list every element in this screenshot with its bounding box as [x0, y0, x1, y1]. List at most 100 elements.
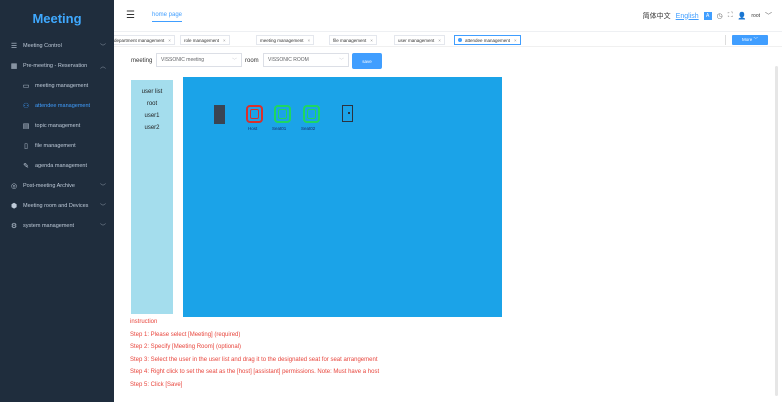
sidebar-item-file-management[interactable]: ▯ file management: [0, 136, 114, 156]
sidebar-item-meeting-management[interactable]: ▭ meeting management: [0, 76, 114, 96]
sidebar-item-label: attendee management: [35, 103, 91, 109]
tag-user-management[interactable]: user management ×: [394, 35, 445, 45]
user-list-item-user2[interactable]: user2: [131, 122, 173, 134]
instruction-step-4: Step 4: Right click to set the seat as t…: [130, 369, 380, 375]
calendar-icon: ▦: [10, 63, 18, 70]
app-title: Meeting: [32, 10, 82, 26]
seat-host-label: Host: [248, 126, 258, 131]
instruction-step-1: Step 1: Please select [Meeting] (require…: [130, 332, 241, 338]
meeting-icon: ▭: [22, 83, 30, 90]
sliders-icon: ☰: [10, 43, 18, 50]
vertical-scrollbar[interactable]: [775, 66, 778, 396]
seat-arrangement-canvas[interactable]: Host Seat01 Seat02: [183, 77, 502, 317]
instruction-step-5: Step 5: Click [Save]: [130, 382, 183, 388]
close-icon[interactable]: ×: [308, 38, 311, 43]
breadcrumb-underline: [152, 21, 182, 22]
room-select-value: VISSONIC ROOM: [268, 57, 309, 63]
close-icon[interactable]: ×: [438, 38, 441, 43]
sidebar-item-label: system management: [23, 223, 75, 229]
tag-meeting-management[interactable]: meeting management ×: [256, 35, 315, 45]
seat-01[interactable]: [274, 105, 291, 123]
meeting-label: meeting: [131, 58, 153, 64]
door-knob: [348, 112, 350, 114]
tag-label: department management: [114, 37, 165, 43]
room-label: room: [245, 58, 259, 64]
door-icon: [342, 105, 353, 122]
sidebar-item-system-management[interactable]: ⚙ system management ﹀: [0, 216, 114, 236]
sidebar-item-post-meeting[interactable]: ◎ Post-meeting Archive ﹀: [0, 176, 114, 196]
tag-label: meeting management: [260, 37, 304, 43]
seat-host-inner: [250, 109, 259, 119]
sidebar-item-label: Meeting Control: [23, 43, 62, 49]
clock-icon[interactable]: ◷: [717, 12, 723, 20]
close-icon[interactable]: ×: [223, 38, 226, 43]
lang-chinese-link[interactable]: 简体中文: [643, 11, 671, 21]
user-list-title: user list: [141, 89, 163, 95]
sidebar-item-label: meeting management: [35, 83, 89, 89]
chevron-down-icon: ﹀: [99, 184, 106, 191]
meeting-select-value: VISSONIC meeting: [161, 57, 205, 63]
sidebar-item-meeting-room-devices[interactable]: ⬢ Meeting room and Devices ﹀: [0, 196, 114, 216]
sidebar-item-agenda-management[interactable]: ✎ agenda management: [0, 156, 114, 176]
seat-02-label: Seat02: [301, 126, 316, 131]
username[interactable]: root: [751, 13, 760, 19]
tags-divider: [725, 35, 726, 45]
user-list-item-root[interactable]: root: [131, 98, 173, 110]
sidebar-submenu: ▭ meeting management ⚇ attendee manageme…: [0, 76, 114, 176]
sidebar-item-label: Post-meeting Archive: [23, 183, 75, 189]
close-icon[interactable]: ×: [168, 38, 171, 43]
device-icon: ⬢: [10, 203, 18, 210]
instruction-step-3: Step 3: Select the user in the user list…: [130, 357, 378, 363]
agenda-icon: ✎: [23, 163, 29, 170]
more-button[interactable]: More ﹀: [732, 35, 768, 45]
chevron-down-icon: ﹀: [99, 44, 106, 51]
tag-label: attendee management: [465, 37, 511, 43]
tag-file-management[interactable]: file management ×: [329, 35, 377, 45]
archive-icon: ◎: [10, 183, 18, 190]
settings-icon: ⚙: [10, 223, 18, 230]
podium-icon: [214, 105, 225, 124]
seat-host[interactable]: [246, 105, 263, 123]
sidebar-item-meeting-control[interactable]: ☰ Meeting Control ﹀: [0, 36, 114, 56]
seat-01-label: Seat01: [272, 126, 287, 131]
user-list-item-user1[interactable]: user1: [131, 110, 173, 122]
chevron-down-icon: ﹀: [99, 204, 106, 211]
save-button[interactable]: save: [352, 53, 382, 69]
fullscreen-icon[interactable]: ⛶: [728, 12, 733, 20]
instruction-title: instruction: [130, 319, 158, 325]
close-icon[interactable]: ×: [370, 38, 373, 43]
meeting-select[interactable]: VISSONIC meeting ﹀: [156, 53, 242, 67]
sidebar-item-topic-management[interactable]: ▤ topic management: [0, 116, 114, 136]
active-dot-icon: [458, 38, 462, 42]
people-icon: ⚇: [22, 103, 30, 110]
sidebar-item-attendee-management[interactable]: ⚇ attendee management: [0, 96, 114, 116]
tag-attendee-management[interactable]: attendee management ×: [454, 35, 521, 45]
breadcrumb-home[interactable]: home page: [152, 12, 182, 18]
chevron-down-icon[interactable]: ﹀: [765, 11, 772, 21]
tag-label: role management: [184, 37, 220, 43]
document-icon: ▤: [22, 123, 30, 130]
chevron-down-icon: ﹀: [338, 58, 344, 64]
sidebar-item-label: topic management: [35, 123, 81, 129]
close-icon[interactable]: ×: [514, 38, 517, 43]
chevron-down-icon: ﹀: [99, 224, 106, 231]
seat-02[interactable]: [303, 105, 320, 123]
user-icon: 👤: [737, 13, 747, 20]
header-tools: 简体中文 English A ◷ ⛶ 👤 root ﹀: [643, 11, 772, 21]
sidebar-item-pre-meeting[interactable]: ▦ Pre-meeting - Reservation ︿: [0, 56, 114, 76]
sidebar: Meeting ☰ Meeting Control ﹀ ▦ Pre-meetin…: [0, 0, 114, 402]
hamburger-icon[interactable]: ☰: [126, 10, 135, 21]
chevron-down-icon: ﹀: [231, 58, 237, 64]
tag-label: user management: [398, 37, 435, 43]
tag-role-management[interactable]: role management ×: [180, 35, 230, 45]
font-size-button[interactable]: A: [703, 12, 712, 20]
room-select[interactable]: VISSONIC ROOM ﹀: [263, 53, 349, 67]
seat-01-inner: [278, 109, 287, 119]
lang-english-link[interactable]: English: [676, 13, 699, 20]
tag-department-management[interactable]: department management ×: [114, 35, 175, 45]
sidebar-item-label: file management: [35, 143, 76, 149]
seat-02-inner: [307, 109, 316, 119]
chevron-up-icon: ︿: [99, 64, 106, 71]
top-header: ☰ home page 简体中文 English A ◷ ⛶ 👤 root ﹀: [114, 0, 782, 32]
user-list-panel: user list root user1 user2: [131, 80, 173, 314]
